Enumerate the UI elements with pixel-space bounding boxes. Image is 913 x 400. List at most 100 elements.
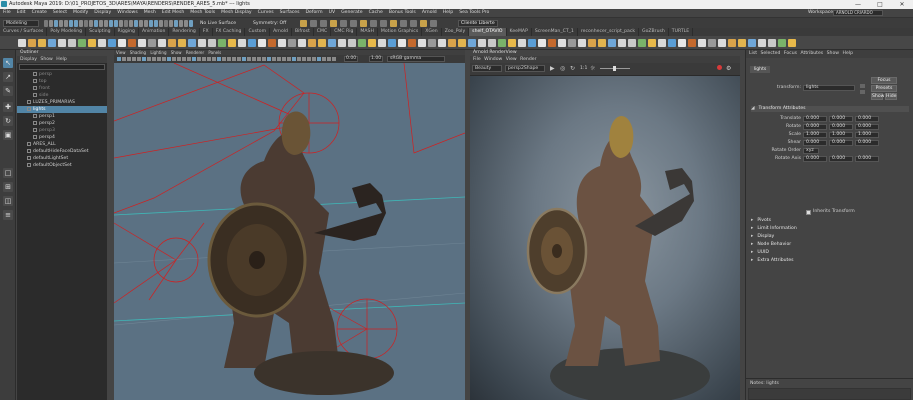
statusline-tool-icon[interactable]: [114, 20, 118, 27]
attr-value-field[interactable]: 1.000: [855, 132, 879, 138]
viewport-tool-icon[interactable]: [247, 57, 251, 61]
select-tool-icon[interactable]: ↖: [3, 58, 13, 68]
render-stop-icon[interactable]: ◎: [560, 65, 565, 72]
render-tool-icon[interactable]: [420, 20, 427, 27]
viewport-tool-icon[interactable]: [122, 57, 126, 61]
viewport-field-1[interactable]: 0.00: [344, 56, 358, 62]
statusline-tool-icon[interactable]: [64, 20, 68, 27]
menu-surfaces[interactable]: Surfaces: [277, 9, 303, 17]
shelf-tool-icon[interactable]: [378, 39, 386, 47]
stop-render-icon[interactable]: [717, 65, 722, 70]
shelf-tool-icon[interactable]: [488, 39, 496, 47]
statusline-tool-icon[interactable]: [74, 20, 78, 27]
viewport-tool-icon[interactable]: [332, 57, 336, 61]
shelf-tool-icon[interactable]: [648, 39, 656, 47]
shelf-tool-icon[interactable]: [298, 39, 306, 47]
output-connection-icon[interactable]: [860, 90, 865, 94]
shelf-tab-rigging[interactable]: Rigging: [115, 28, 139, 36]
shelf-tool-icon[interactable]: [738, 39, 746, 47]
shelf-tool-icon[interactable]: [438, 39, 446, 47]
viewport-tool-icon[interactable]: [262, 57, 266, 61]
viewport-tool-icon[interactable]: [162, 57, 166, 61]
shelf-tab-gozbrush[interactable]: GoZBrush: [639, 28, 669, 36]
statusline-tool-icon[interactable]: [94, 20, 98, 27]
single-layout-icon[interactable]: □: [3, 168, 13, 178]
shelf-tool-icon[interactable]: [238, 39, 246, 47]
shelf-tool-icon[interactable]: [148, 39, 156, 47]
scale-tool-icon[interactable]: ▣: [3, 130, 13, 140]
shelf-tool-icon[interactable]: [268, 39, 276, 47]
shelf-tool-icon[interactable]: [108, 39, 116, 47]
four-layout-icon[interactable]: ⊞: [3, 182, 13, 192]
menu-file[interactable]: File: [0, 9, 14, 17]
viewport-tool-icon[interactable]: [192, 57, 196, 61]
attr-value-field[interactable]: 0.000: [855, 140, 879, 146]
renderview-menu-file[interactable]: File: [473, 57, 481, 62]
statusline-tool-icon[interactable]: [144, 20, 148, 27]
renderview-menu-render[interactable]: Render: [520, 57, 536, 62]
notes-textarea[interactable]: [748, 388, 911, 400]
menu-uv[interactable]: UV: [326, 9, 339, 17]
shelf-tool-icon[interactable]: [248, 39, 256, 47]
outliner-menu-show[interactable]: Show: [40, 57, 52, 62]
attr-value-field[interactable]: 1.000: [803, 132, 827, 138]
shelf-tool-icon[interactable]: [368, 39, 376, 47]
shelf-tool-icon[interactable]: [188, 39, 196, 47]
outliner-item[interactable]: defaultObjectSet: [17, 162, 107, 169]
viewport-tool-icon[interactable]: [132, 57, 136, 61]
statusline-tool-icon[interactable]: [49, 20, 53, 27]
menu-select[interactable]: Select: [50, 9, 70, 17]
shelf-tool-icon[interactable]: [68, 39, 76, 47]
focus-button[interactable]: Focus: [871, 77, 897, 84]
statusline-tool-icon[interactable]: [164, 20, 168, 27]
render-play-icon[interactable]: ▶: [550, 65, 555, 72]
shelf-tab-screenman-ct-1[interactable]: ScreenMan_CT_1: [532, 28, 578, 36]
attr-value-field[interactable]: 0.000: [829, 156, 853, 162]
shelf-tool-icon[interactable]: [638, 39, 646, 47]
shelf-tool-icon[interactable]: [258, 39, 266, 47]
statusline-tool-icon[interactable]: [154, 20, 158, 27]
shelf-tool-icon[interactable]: [728, 39, 736, 47]
shelf-tool-icon[interactable]: [708, 39, 716, 47]
statusline-tool-icon[interactable]: [69, 20, 73, 27]
colorspace-select[interactable]: sRGB gamma: [387, 56, 445, 62]
settings-icon[interactable]: ⚙: [726, 65, 731, 72]
two-layout-icon[interactable]: ◫: [3, 196, 13, 206]
viewport-tool-icon[interactable]: [187, 57, 191, 61]
shelf-tool-icon[interactable]: [628, 39, 636, 47]
menu-edit[interactable]: Edit: [14, 9, 29, 17]
shelf-tool-icon[interactable]: [688, 39, 696, 47]
shelf-tool-icon[interactable]: [668, 39, 676, 47]
outliner-menu-display[interactable]: Display: [20, 57, 37, 62]
shelf-tab-curves-surfaces[interactable]: Curves / Surfaces: [0, 28, 48, 36]
shelf-tool-icon[interactable]: [458, 39, 466, 47]
outliner-search-input[interactable]: [19, 64, 105, 70]
live-surface-label[interactable]: No Live Surface: [200, 20, 236, 27]
render-tool-icon[interactable]: [300, 20, 307, 27]
shelf-tab-zoo-poly[interactable]: Zoo_Poly: [442, 28, 470, 36]
viewport-tool-icon[interactable]: [227, 57, 231, 61]
statusline-tool-icon[interactable]: [104, 20, 108, 27]
attr-value-field[interactable]: 0.000: [855, 124, 879, 130]
viewport-tool-icon[interactable]: [272, 57, 276, 61]
shelf-tool-icon[interactable]: [58, 39, 66, 47]
statusline-tool-icon[interactable]: [79, 20, 83, 27]
render-tool-icon[interactable]: [400, 20, 407, 27]
outliner-item[interactable]: persp3: [17, 127, 107, 134]
statusline-tool-icon[interactable]: [59, 20, 63, 27]
shelf-tab-keemap[interactable]: KeeMAP: [507, 28, 532, 36]
renderview-menu-view[interactable]: View: [506, 57, 517, 62]
viewport-tool-icon[interactable]: [302, 57, 306, 61]
shelf-tool-icon[interactable]: [768, 39, 776, 47]
shelf-tool-icon[interactable]: [588, 39, 596, 47]
viewport-tool-icon[interactable]: [297, 57, 301, 61]
shelf-tab-fx-caching[interactable]: FX Caching: [213, 28, 246, 36]
viewport-tool-icon[interactable]: [317, 57, 321, 61]
shelf-tab-sculpting[interactable]: Sculpting: [86, 28, 115, 36]
shelf-tool-icon[interactable]: [98, 39, 106, 47]
shelf-tab-shelf-otavio[interactable]: shelf_OTAVIO: [469, 28, 507, 36]
shelf-tool-icon[interactable]: [398, 39, 406, 47]
statusline-tool-icon[interactable]: [169, 20, 173, 27]
viewport-tool-icon[interactable]: [257, 57, 261, 61]
shelf-tool-icon[interactable]: [558, 39, 566, 47]
